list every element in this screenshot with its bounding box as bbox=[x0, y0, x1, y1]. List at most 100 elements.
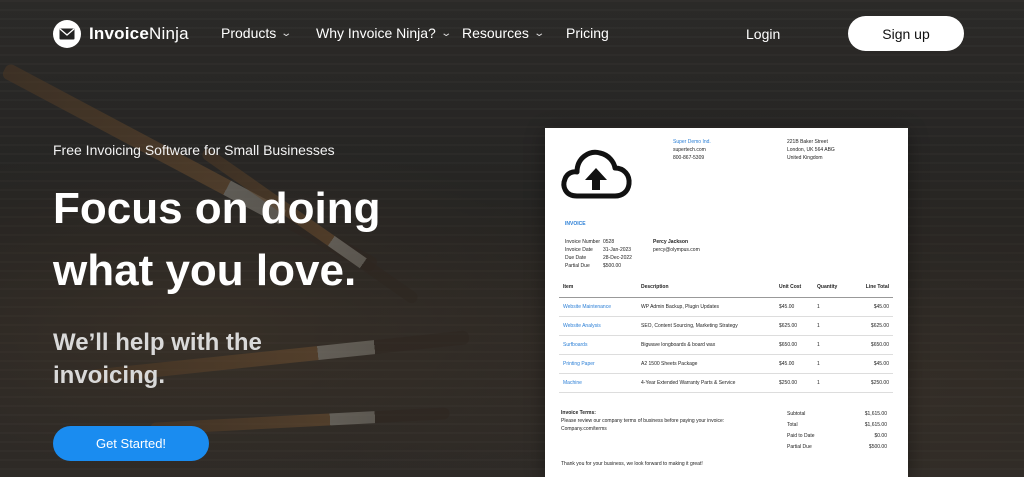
cell-quantity: 1 bbox=[813, 373, 853, 393]
get-started-button[interactable]: Get Started! bbox=[53, 426, 209, 461]
cell-item: Machine bbox=[559, 373, 637, 393]
totals-key: Subtotal bbox=[787, 411, 806, 417]
meta-row: Due Date 28-Dec-2022 bbox=[565, 254, 632, 262]
invoice-address: 221B Baker Street London, UK 564 ABG Uni… bbox=[787, 138, 835, 162]
invoice-totals: Subtotal $1,615.00 Total $1,615.00 Paid to… bbox=[787, 409, 887, 453]
cell-line-total: $45.00 bbox=[853, 297, 893, 317]
company-phone: 800-867-5309 bbox=[673, 155, 705, 161]
col-quantity: Quantity bbox=[813, 280, 853, 298]
meta-value: 28-Dec-2022 bbox=[603, 255, 632, 261]
totals-key: Paid to Date bbox=[787, 433, 815, 439]
invoice-meta: Invoice Number 0528 Invoice Date 31-Jan-20… bbox=[565, 238, 632, 270]
nav-products[interactable]: Products ⌄ bbox=[221, 25, 293, 41]
client-name: Percy Jackson bbox=[653, 239, 689, 245]
meta-value: 31-Jan-2023 bbox=[603, 247, 632, 253]
cell-description: Bigwave longboards & board wax bbox=[637, 335, 775, 355]
hero-sub-line-2: invoicing. bbox=[53, 362, 166, 389]
cell-line-total: $250.00 bbox=[853, 373, 893, 393]
meta-row: Invoice Number 0528 bbox=[565, 238, 632, 246]
col-description: Description bbox=[637, 280, 775, 298]
invoice-thanks: Thank you for your business, we look for… bbox=[561, 461, 703, 467]
cell-item: Website Analysis bbox=[559, 316, 637, 336]
terms-title: Invoice Terms: bbox=[561, 410, 596, 416]
login-link[interactable]: Login bbox=[746, 26, 780, 42]
totals-row: Subtotal $1,615.00 bbox=[787, 409, 887, 420]
logo-text: InvoiceNinja bbox=[89, 24, 189, 44]
invoice-company: Super Demo Ind. supertech.com 800-867-53… bbox=[673, 138, 711, 162]
invoice-client: Percy Jackson percy@olympus.com bbox=[653, 238, 700, 254]
table-header-row: Item Description Unit Cost Quantity Line… bbox=[559, 280, 893, 298]
address-line: United Kingdom bbox=[787, 155, 823, 161]
invoice-preview: Super Demo Ind. supertech.com 800-867-53… bbox=[545, 128, 908, 477]
totals-row: Partial Due $500.00 bbox=[787, 442, 887, 453]
cell-unit-cost: $650.00 bbox=[775, 335, 813, 355]
client-email: percy@olympus.com bbox=[653, 247, 700, 253]
chevron-down-icon: ⌄ bbox=[440, 27, 452, 39]
logo-text-bold: Invoice bbox=[89, 24, 149, 43]
nav-pricing-label: Pricing bbox=[566, 25, 609, 41]
hero-headline-line-2: what you love. bbox=[53, 246, 357, 295]
totals-key: Partial Due bbox=[787, 444, 812, 450]
signup-button[interactable]: Sign up bbox=[848, 16, 964, 51]
address-line: 221B Baker Street bbox=[787, 139, 828, 145]
cell-item: Website Maintenance bbox=[559, 297, 637, 317]
nav-products-label: Products bbox=[221, 25, 277, 41]
invoice-terms: Invoice Terms: Please review our company… bbox=[561, 409, 771, 433]
col-line-total: Line Total bbox=[853, 280, 893, 298]
hero-headline: Focus on doing what you love. bbox=[53, 178, 433, 302]
meta-value: 0528 bbox=[603, 239, 615, 245]
invoice-label: INVOICE bbox=[565, 221, 586, 227]
logo[interactable]: InvoiceNinja bbox=[53, 20, 189, 48]
cloud-upload-icon bbox=[559, 144, 633, 205]
company-name: Super Demo Ind. bbox=[673, 139, 711, 145]
cell-quantity: 1 bbox=[813, 354, 853, 374]
nav-resources[interactable]: Resources ⌄ bbox=[462, 25, 545, 41]
cell-unit-cost: $250.00 bbox=[775, 373, 813, 393]
top-nav: InvoiceNinja Products ⌄ Why Invoice Ninj… bbox=[0, 0, 1024, 68]
nav-resources-label: Resources bbox=[462, 25, 529, 41]
nav-why-label: Why Invoice Ninja? bbox=[316, 25, 436, 41]
meta-value: $500.00 bbox=[603, 263, 622, 269]
cell-item: Printing Paper bbox=[559, 354, 637, 374]
table-row: Surfboards Bigwave longboards & board wa… bbox=[559, 335, 893, 355]
cell-unit-cost: $625.00 bbox=[775, 316, 813, 336]
cell-line-total: $625.00 bbox=[853, 316, 893, 336]
cell-description: 4-Year Extended Warranty Parts & Service bbox=[637, 373, 775, 393]
meta-key: Invoice Number bbox=[565, 239, 601, 245]
cell-description: SEO, Content Sourcing, Marketing Strateg… bbox=[637, 316, 775, 336]
cell-unit-cost: $45.00 bbox=[775, 354, 813, 374]
invoice-table: Item Description Unit Cost Quantity Line… bbox=[559, 280, 893, 393]
meta-key: Due Date bbox=[565, 255, 587, 261]
meta-key: Invoice Date bbox=[565, 247, 593, 253]
cell-description: WP Admin Backup, Plugin Updates bbox=[637, 297, 775, 317]
totals-value: $0.00 bbox=[874, 433, 887, 439]
table-row: Website Analysis SEO, Content Sourcing, … bbox=[559, 316, 893, 336]
cell-description: A2 1500 Sheets Package bbox=[637, 354, 775, 374]
table-row: Machine 4-Year Extended Warranty Parts &… bbox=[559, 373, 893, 393]
cell-quantity: 1 bbox=[813, 297, 853, 317]
hero-subheadline: We’ll help with the invoicing. bbox=[53, 326, 313, 392]
address-line: London, UK 564 ABG bbox=[787, 147, 835, 153]
cell-quantity: 1 bbox=[813, 335, 853, 355]
meta-row: Partial Due $500.00 bbox=[565, 262, 632, 270]
totals-row: Paid to Date $0.00 bbox=[787, 431, 887, 442]
hero-headline-line-1: Focus on doing bbox=[53, 184, 381, 233]
table-row: Printing Paper A2 1500 Sheets Package $4… bbox=[559, 354, 893, 374]
hero-sub-line-1: We’ll help with the bbox=[53, 329, 262, 356]
envelope-icon bbox=[53, 20, 81, 48]
totals-key: Total bbox=[787, 422, 798, 428]
meta-row: Invoice Date 31-Jan-2023 bbox=[565, 246, 632, 254]
cell-item: Surfboards bbox=[559, 335, 637, 355]
chevron-down-icon: ⌄ bbox=[280, 27, 293, 39]
cell-quantity: 1 bbox=[813, 316, 853, 336]
totals-row: Total $1,615.00 bbox=[787, 420, 887, 431]
nav-pricing[interactable]: Pricing bbox=[566, 25, 609, 41]
nav-why[interactable]: Why Invoice Ninja? ⌄ bbox=[316, 25, 452, 41]
terms-text: Please review our company terms of busin… bbox=[561, 418, 725, 432]
table-row: Website Maintenance WP Admin Backup, Plu… bbox=[559, 297, 893, 317]
cell-unit-cost: $45.00 bbox=[775, 297, 813, 317]
totals-value: $1,615.00 bbox=[864, 422, 887, 428]
logo-text-thin: Ninja bbox=[148, 24, 189, 43]
hero-tagline: Free Invoicing Software for Small Busine… bbox=[53, 142, 335, 158]
meta-key: Partial Due bbox=[565, 263, 590, 269]
